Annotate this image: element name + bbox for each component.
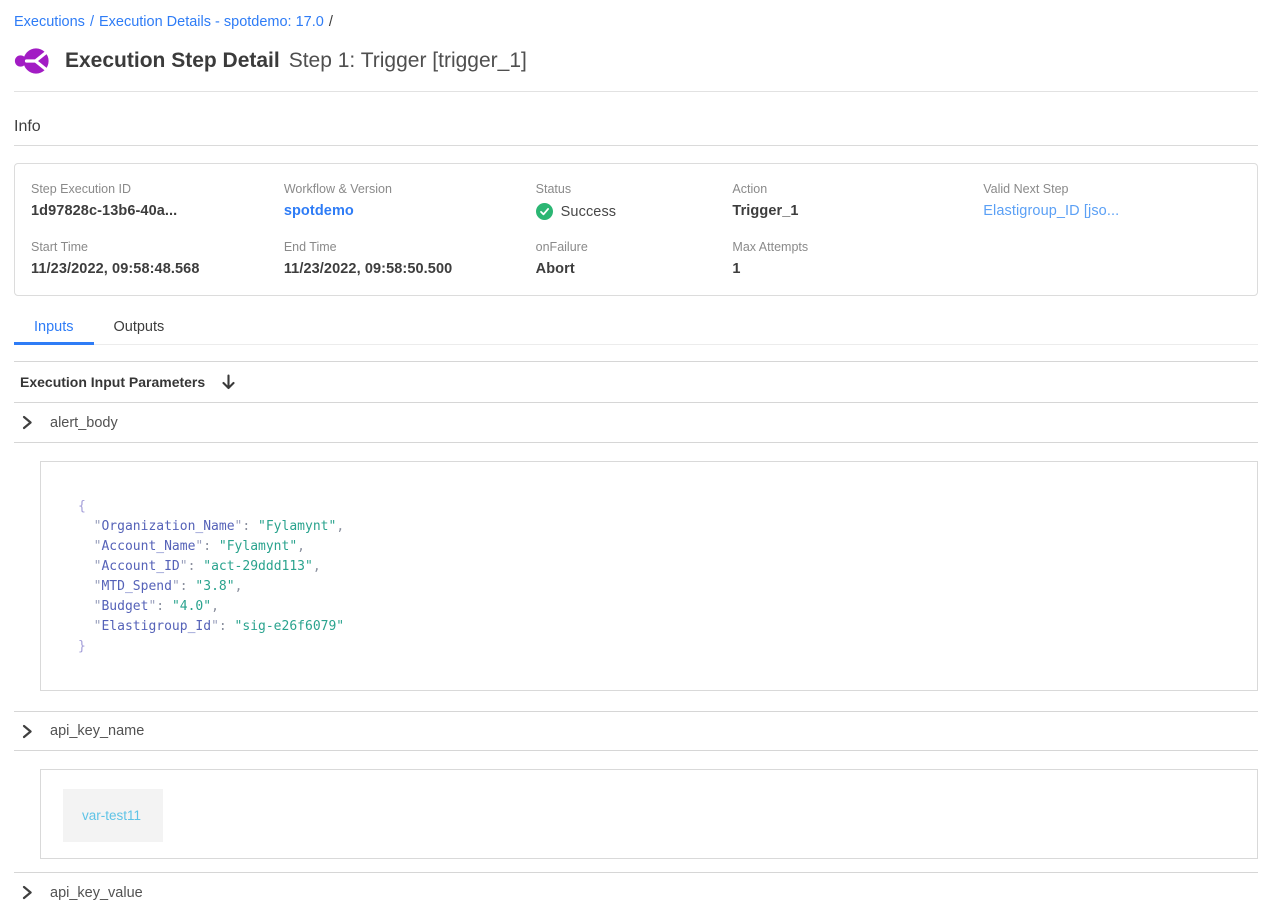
inputs-outputs-tabs: Inputs Outputs [14, 316, 1258, 345]
page-subtitle: Step 1: Trigger [trigger_1] [289, 49, 527, 72]
field-value: 11/23/2022, 09:58:50.500 [284, 261, 536, 277]
info-card: Step Execution ID 1d97828c-13b6-40a... W… [14, 163, 1258, 296]
section-alert-body[interactable]: alert_body [14, 403, 1258, 443]
field-value: 1 [732, 261, 983, 277]
info-section-heading: Info [14, 118, 1258, 146]
field-start-time: Start Time 11/23/2022, 09:58:48.568 [31, 240, 284, 277]
status-text: Success [561, 204, 617, 220]
execution-step-detail-page: Executions / Execution Details - spotdemo:… [0, 0, 1272, 912]
field-max-attempts: Max Attempts 1 [732, 240, 983, 277]
field-label: Status [536, 182, 733, 196]
page-title: Execution Step Detail [65, 49, 280, 72]
field-label: Start Time [31, 240, 284, 254]
api-key-name-value: var-test11 [63, 789, 163, 842]
field-label: Valid Next Step [983, 182, 1241, 196]
breadcrumb-separator: / [90, 14, 94, 30]
breadcrumb-trailing-slash: / [329, 14, 333, 30]
field-label: Action [732, 182, 983, 196]
field-label: Max Attempts [732, 240, 983, 254]
chevron-right-icon [21, 724, 33, 739]
field-end-time: End Time 11/23/2022, 09:58:50.500 [284, 240, 536, 277]
chevron-right-icon [21, 415, 33, 430]
valid-next-step-link[interactable]: Elastigroup_ID [jso... [983, 203, 1241, 219]
breadcrumb-link-execution-details[interactable]: Execution Details - spotdemo: 17.0 [99, 14, 324, 30]
section-name: api_key_value [50, 885, 143, 901]
tab-inputs[interactable]: Inputs [14, 316, 94, 345]
workflow-link[interactable]: spotdemo [284, 203, 536, 219]
json-viewer: { "Organization_Name": "Fylamynt", "Acco… [78, 497, 1237, 657]
fylamynt-logo-icon [14, 46, 51, 76]
field-label: End Time [284, 240, 536, 254]
field-value: 1d97828c-13b6-40a... [31, 203, 284, 219]
section-api-key-name[interactable]: api_key_name [14, 711, 1258, 751]
api-key-name-panel: var-test11 [40, 769, 1258, 859]
execution-input-parameters: Execution Input Parameters alert_body { … [14, 361, 1258, 912]
field-label: Step Execution ID [31, 182, 284, 196]
field-step-execution-id: Step Execution ID 1d97828c-13b6-40a... [31, 182, 284, 220]
field-onfailure: onFailure Abort [536, 240, 733, 277]
breadcrumb-link-executions[interactable]: Executions [14, 14, 85, 30]
field-status: Status Success [536, 182, 733, 220]
field-value: 11/23/2022, 09:58:48.568 [31, 261, 284, 277]
parameters-heading: Execution Input Parameters [20, 374, 205, 390]
page-header: Execution Step Detail Step 1: Trigger [tr… [14, 46, 1258, 92]
breadcrumb: Executions / Execution Details - spotdemo:… [14, 0, 1258, 31]
chevron-right-icon [21, 885, 33, 900]
success-check-icon [536, 203, 553, 220]
field-action: Action Trigger_1 [732, 182, 983, 220]
section-name: alert_body [50, 415, 118, 431]
field-valid-next-step: Valid Next Step Elastigroup_ID [jso... [983, 182, 1241, 220]
field-label: onFailure [536, 240, 733, 254]
tab-outputs[interactable]: Outputs [94, 316, 185, 345]
field-value: Abort [536, 261, 733, 277]
field-label: Workflow & Version [284, 182, 536, 196]
status-badge: Success [536, 203, 733, 220]
field-workflow-version: Workflow & Version spotdemo [284, 182, 536, 220]
alert-body-panel: { "Organization_Name": "Fylamynt", "Acco… [40, 461, 1258, 691]
section-api-key-value[interactable]: api_key_value [14, 872, 1258, 912]
execution-input-parameters-header: Execution Input Parameters [14, 361, 1258, 403]
collapse-all-arrow-icon[interactable] [221, 374, 236, 391]
section-name: api_key_name [50, 723, 144, 739]
field-value: Trigger_1 [732, 203, 983, 219]
